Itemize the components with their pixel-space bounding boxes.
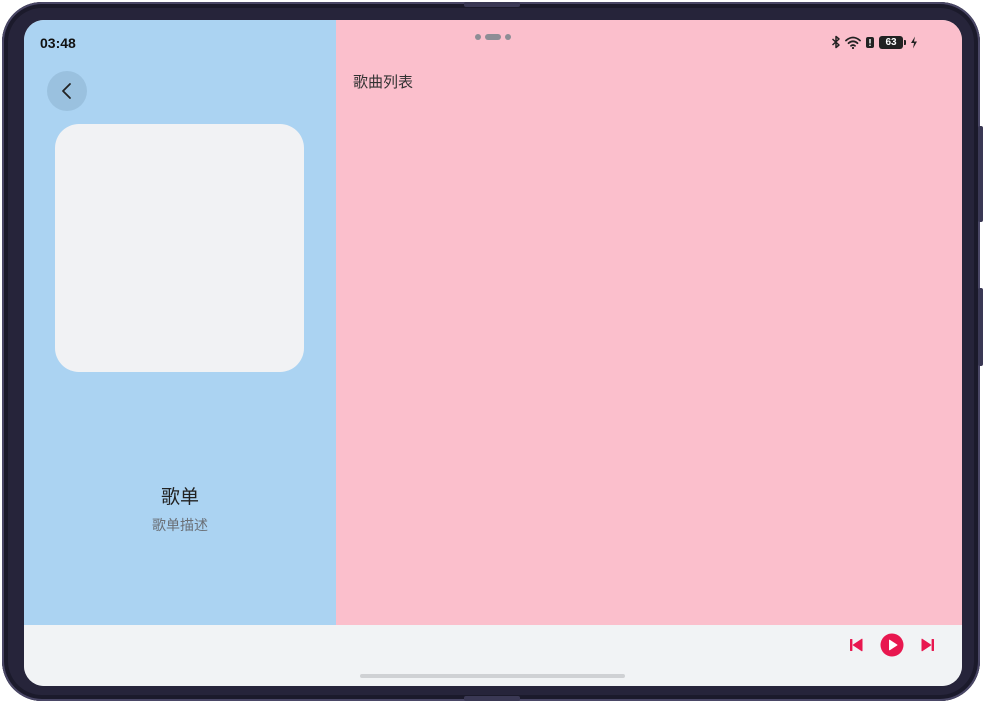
playlist-info-pane: 03:48 歌单 歌单描述 — [24, 20, 336, 625]
window-drag-handle[interactable] — [475, 34, 511, 40]
song-list-header: 歌曲列表 — [353, 73, 414, 91]
device-button-top — [464, 2, 520, 7]
play-icon — [880, 633, 904, 657]
drag-dot-icon — [475, 34, 481, 40]
drag-pill-icon — [485, 34, 501, 40]
playlist-description: 歌单描述 — [152, 518, 208, 534]
volume-button — [978, 126, 983, 222]
notification-icon — [865, 36, 875, 49]
previous-icon — [848, 637, 864, 653]
bluetooth-icon — [831, 35, 841, 49]
battery-level: 63 — [879, 35, 903, 49]
next-icon — [920, 637, 936, 653]
player-controls — [848, 632, 936, 658]
playlist-title: 歌单 — [160, 486, 199, 508]
back-button[interactable] — [47, 71, 87, 111]
song-list-pane: 歌曲列表 — [336, 20, 962, 625]
chevron-left-icon — [60, 82, 74, 100]
screen: 03:48 歌单 歌单描述 歌曲列表 63 — [24, 20, 962, 686]
drag-dot-icon — [505, 34, 511, 40]
power-button — [978, 288, 983, 366]
status-icons: 63 — [831, 34, 918, 50]
battery-icon: 63 — [879, 35, 906, 49]
charging-icon — [910, 36, 918, 49]
play-button[interactable] — [880, 633, 904, 657]
previous-button[interactable] — [848, 637, 864, 653]
wifi-icon — [845, 36, 861, 49]
next-button[interactable] — [920, 637, 936, 653]
device-frame: 03:48 歌单 歌单描述 歌曲列表 63 — [2, 2, 983, 701]
status-time: 03:48 — [40, 35, 76, 51]
home-indicator[interactable] — [360, 674, 625, 678]
playlist-cover — [55, 124, 304, 372]
device-button-bottom — [464, 696, 520, 701]
